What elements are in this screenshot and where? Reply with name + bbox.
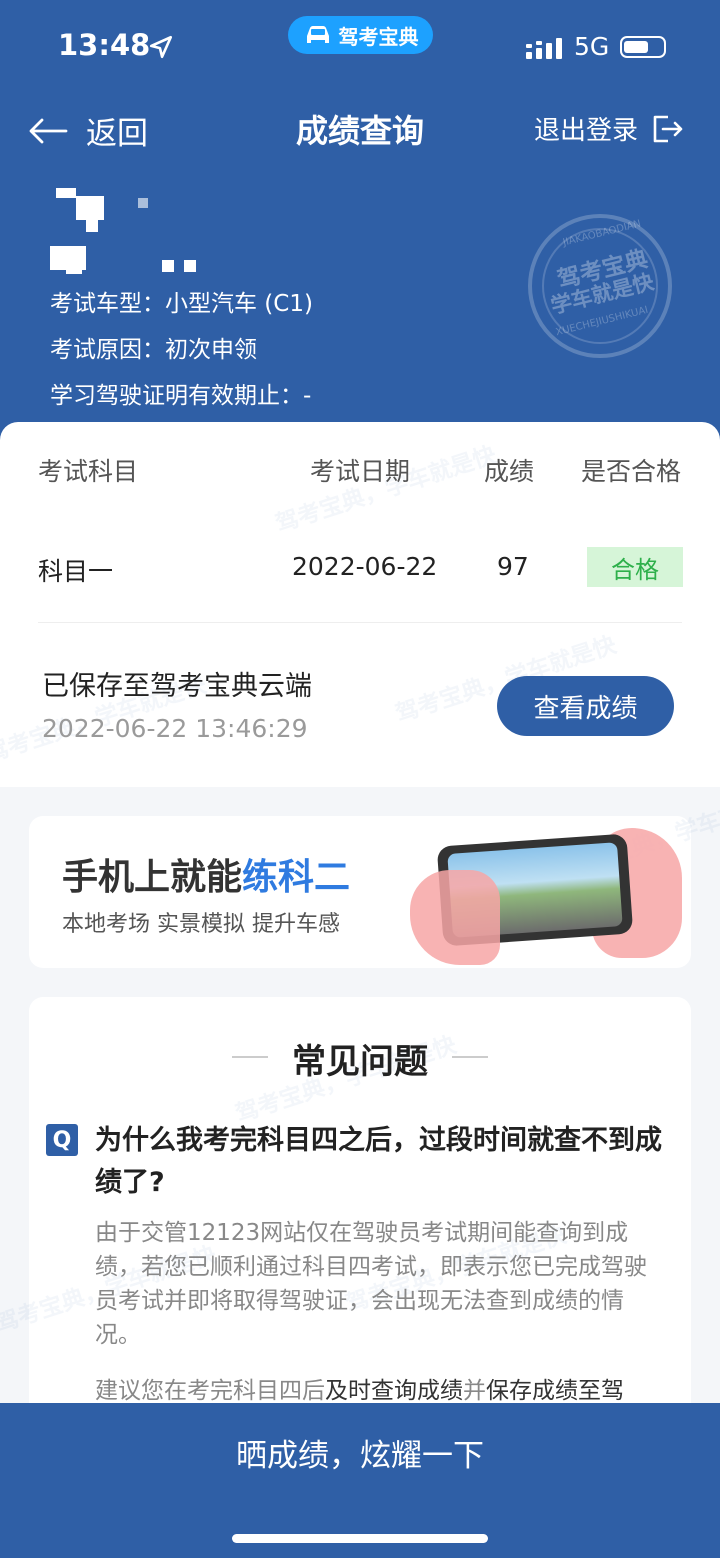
car-icon bbox=[306, 26, 329, 43]
row-subject: 科目一 bbox=[38, 557, 114, 586]
banner-title: 手机上就能练科二 bbox=[62, 848, 350, 900]
redacted-block bbox=[138, 198, 148, 208]
status-time: 13:48 bbox=[58, 28, 151, 62]
pass-badge: 合格 bbox=[587, 547, 683, 587]
vehicle-type: 考试车型：小型汽车 (C1) bbox=[50, 291, 313, 317]
advice-text: 建议您在考完科目四后 bbox=[95, 1378, 325, 1404]
advice-emphasis: 及时查询成绩 bbox=[325, 1378, 463, 1404]
app-badge[interactable]: 驾考宝典 bbox=[288, 16, 433, 54]
home-indicator[interactable] bbox=[232, 1534, 488, 1543]
saved-label: 已保存至驾考宝典云端 bbox=[42, 671, 312, 702]
saved-timestamp: 2022-06-22 13:46:29 bbox=[42, 714, 308, 743]
divider bbox=[38, 622, 682, 623]
header-subject: 考试科目 bbox=[38, 457, 139, 486]
row-score: 97 bbox=[497, 552, 529, 581]
advice-emphasis: 保存成绩至驾 bbox=[486, 1378, 624, 1404]
redacted-block bbox=[76, 196, 104, 220]
network-type: 5G bbox=[574, 32, 610, 61]
redacted-block bbox=[66, 262, 82, 274]
location-arrow-icon bbox=[149, 35, 173, 59]
advice-text: 并 bbox=[463, 1378, 486, 1404]
faq-answer: 由于交管12123网站仅在驾驶员考试期间能查询到成绩，若您已顺利通过科目四考试，… bbox=[95, 1220, 647, 1348]
header-pass: 是否合格 bbox=[581, 457, 682, 486]
row-date: 2022-06-22 bbox=[292, 552, 438, 581]
faq-question[interactable]: 为什么我考完科目四之后，过段时间就查不到成绩了? bbox=[95, 1120, 665, 1204]
permit-expiry: 学习驾驶证明有效期止：- bbox=[50, 383, 312, 409]
header-score: 成绩 bbox=[484, 457, 535, 486]
logout-label: 退出登录 bbox=[534, 116, 639, 146]
header-date: 考试日期 bbox=[310, 457, 411, 486]
exam-reason: 考试原因：初次申领 bbox=[50, 337, 257, 363]
share-button[interactable]: 晒成绩，炫耀一下 bbox=[0, 1430, 720, 1475]
banner-title-highlight: 练科二 bbox=[242, 857, 351, 898]
battery-level bbox=[624, 41, 648, 53]
logout-button[interactable]: 退出登录 bbox=[534, 110, 684, 147]
redacted-block bbox=[86, 220, 98, 232]
signal-icon bbox=[526, 38, 562, 59]
redacted-block bbox=[184, 260, 196, 272]
banner-title-prefix: 手机上就能 bbox=[62, 857, 243, 898]
app-badge-label: 驾考宝典 bbox=[338, 24, 419, 49]
banner-subtitle: 本地考场 实景模拟 提升车感 bbox=[62, 912, 340, 937]
logout-icon bbox=[653, 115, 683, 142]
faq-title: 常见问题 bbox=[292, 1042, 428, 1082]
redacted-block bbox=[56, 188, 76, 198]
redacted-block bbox=[162, 260, 174, 272]
question-icon: Q bbox=[46, 1124, 78, 1156]
view-score-button[interactable]: 查看成绩 bbox=[497, 676, 674, 736]
